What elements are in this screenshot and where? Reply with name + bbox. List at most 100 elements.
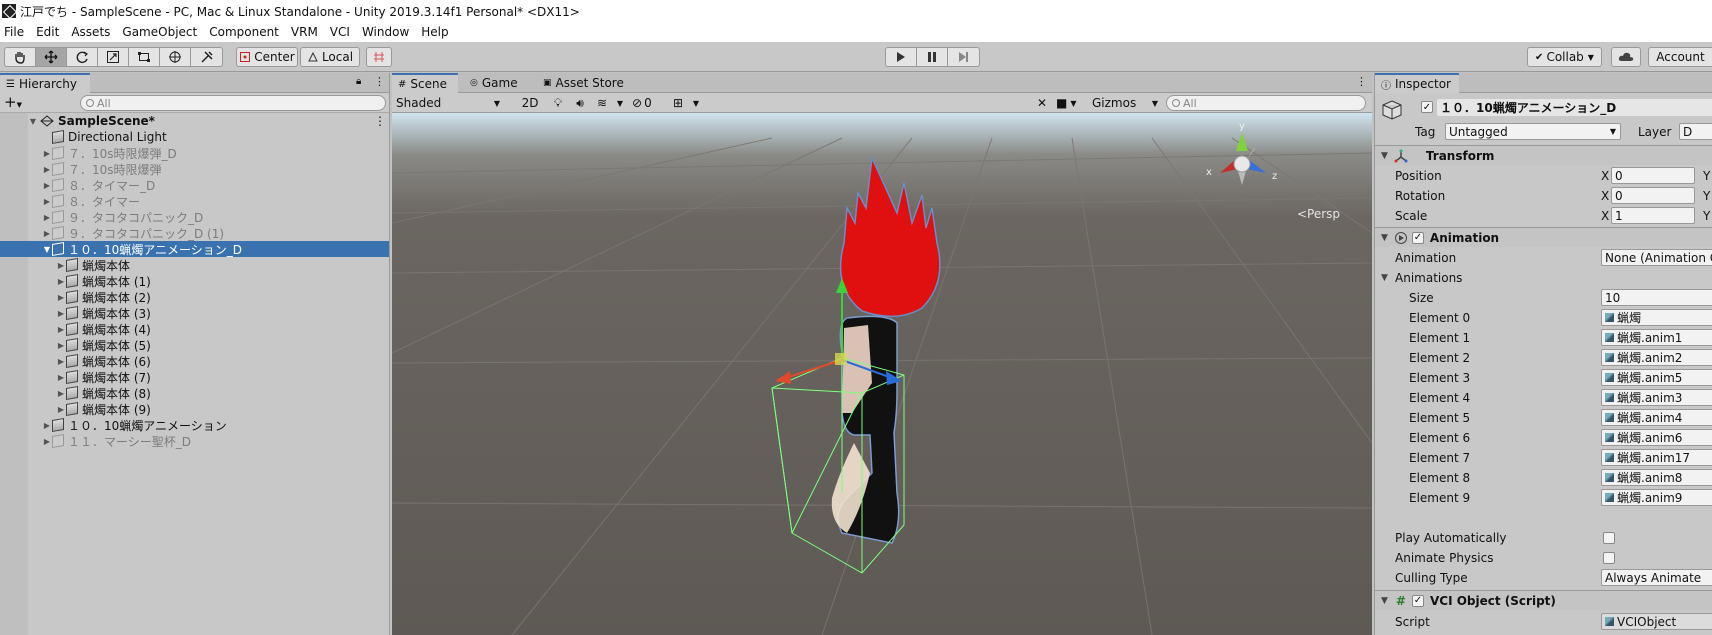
- animation-clip-field[interactable]: None (Animation Cli: [1601, 249, 1712, 266]
- menu-window[interactable]: Window: [356, 25, 415, 39]
- chevron-right-icon[interactable]: ▶: [56, 273, 66, 289]
- hierarchy-row[interactable]: ▶ 蝋燭本体 (5): [0, 337, 389, 353]
- play-automatically-checkbox[interactable]: [1603, 531, 1615, 544]
- pivot-center-button[interactable]: Center: [236, 47, 298, 67]
- chevron-right-icon[interactable]: ▶: [42, 177, 52, 193]
- panel-menu-icon[interactable]: ⋮: [1356, 75, 1367, 88]
- animation-header[interactable]: ▼ ✓ Animation: [1375, 227, 1712, 247]
- menu-help[interactable]: Help: [415, 25, 454, 39]
- hierarchy-row[interactable]: ▶ 蝋燭本体: [0, 257, 389, 273]
- animate-physics-checkbox[interactable]: [1603, 551, 1615, 564]
- hierarchy-row[interactable]: ▶ 蝋燭本体 (1): [0, 273, 389, 289]
- chevron-right-icon[interactable]: ▶: [56, 353, 66, 369]
- menu-assets[interactable]: Assets: [65, 25, 116, 39]
- chevron-right-icon[interactable]: ▶: [42, 161, 52, 177]
- pause-button[interactable]: [917, 48, 948, 66]
- chevron-right-icon[interactable]: ▶: [56, 305, 66, 321]
- animation-clip-object-field[interactable]: 蝋燭.anim5: [1601, 369, 1712, 386]
- scene-search-input[interactable]: All: [1166, 95, 1366, 111]
- hierarchy-row[interactable]: ▶ ９．タコタコパニック_D (1): [0, 225, 389, 241]
- move-tool-icon[interactable]: [36, 48, 67, 66]
- scene-viewport[interactable]: y x z <Persp: [392, 113, 1372, 635]
- effects-dropdown[interactable]: ▼: [614, 94, 626, 112]
- scale-x-field[interactable]: 1: [1611, 207, 1695, 224]
- hierarchy-row[interactable]: ▶ ９．タコタコパニック_D: [0, 209, 389, 225]
- gizmos-dropdown[interactable]: Gizmos ▼: [1092, 94, 1162, 112]
- menu-vrm[interactable]: VRM: [285, 25, 324, 39]
- toggle-2d-button[interactable]: 2D: [518, 94, 542, 112]
- animation-clip-object-field[interactable]: 蝋燭.anim3: [1601, 389, 1712, 406]
- chevron-right-icon[interactable]: ▶: [56, 289, 66, 305]
- transform-header[interactable]: ▼ Transform: [1375, 145, 1712, 165]
- tag-dropdown[interactable]: Untagged ▼: [1445, 123, 1621, 140]
- culling-type-dropdown[interactable]: Always Animate: [1601, 569, 1712, 586]
- animation-clip-object-field[interactable]: 蝋燭.anim17: [1601, 449, 1712, 466]
- perspective-label[interactable]: <Persp: [1297, 207, 1340, 221]
- account-dropdown[interactable]: Account: [1648, 47, 1712, 67]
- menu-vci[interactable]: VCI: [324, 25, 356, 39]
- step-button[interactable]: [948, 48, 979, 66]
- tab-hierarchy[interactable]: ☰ Hierarchy: [0, 73, 90, 93]
- collab-dropdown[interactable]: ✔ Collab ▼: [1527, 47, 1602, 67]
- hierarchy-row[interactable]: ▶ 蝋燭本体 (7): [0, 369, 389, 385]
- rotation-x-field[interactable]: 0: [1611, 187, 1695, 204]
- cloud-button[interactable]: [1611, 47, 1641, 67]
- animation-clip-object-field[interactable]: 蝋燭.anim9: [1601, 489, 1712, 506]
- scale-tool-icon[interactable]: [98, 48, 129, 66]
- menu-file[interactable]: File: [0, 25, 30, 39]
- tab-game[interactable]: ◎ Game: [464, 73, 528, 93]
- snap-button[interactable]: [366, 47, 392, 67]
- chevron-right-icon[interactable]: ▶: [56, 321, 66, 337]
- grid-dropdown[interactable]: ▼: [690, 94, 702, 112]
- tab-scene[interactable]: # Scene: [392, 73, 458, 93]
- effects-toggle[interactable]: ≋: [592, 94, 612, 112]
- create-button[interactable]: +▼: [4, 93, 22, 114]
- scene-tools-button[interactable]: ✕: [1032, 94, 1052, 112]
- animations-size-field[interactable]: 10: [1601, 289, 1712, 306]
- menu-edit[interactable]: Edit: [30, 25, 65, 39]
- rotate-tool-icon[interactable]: [67, 48, 98, 66]
- hierarchy-row[interactable]: ▶ ７．10s時限爆弾: [0, 161, 389, 177]
- hierarchy-row[interactable]: ▶ 蝋燭本体 (3): [0, 305, 389, 321]
- chevron-right-icon[interactable]: ▶: [42, 209, 52, 225]
- animation-enabled-checkbox[interactable]: ✓: [1411, 231, 1424, 244]
- hand-tool-icon[interactable]: [5, 48, 36, 66]
- chevron-right-icon[interactable]: ▶: [56, 369, 66, 385]
- hierarchy-row[interactable]: ▶ １０．10蝋燭アニメーション: [0, 417, 389, 433]
- lock-icon[interactable]: 🔒︎: [356, 76, 361, 87]
- layer-dropdown[interactable]: D: [1679, 123, 1712, 140]
- tab-inspector[interactable]: ⓘ Inspector: [1375, 73, 1459, 93]
- chevron-right-icon[interactable]: ▶: [56, 257, 66, 273]
- animation-clip-object-field[interactable]: 蝋燭.anim4: [1601, 409, 1712, 426]
- chevron-right-icon[interactable]: ▶: [42, 417, 52, 433]
- hierarchy-row[interactable]: ▶ ７．10s時限爆弾_D: [0, 145, 389, 161]
- hierarchy-row[interactable]: ▶ 蝋燭本体 (8): [0, 385, 389, 401]
- chevron-down-icon[interactable]: ▼: [42, 241, 52, 257]
- hierarchy-row[interactable]: ▶ 蝋燭本体 (6): [0, 353, 389, 369]
- tab-asset-store[interactable]: ▣ Asset Store: [537, 73, 635, 93]
- hierarchy-row[interactable]: ▶ １１．マーシー聖杯_D: [0, 433, 389, 449]
- animation-clip-object-field[interactable]: 蝋燭.anim1: [1601, 329, 1712, 346]
- custom-tool-icon[interactable]: [191, 48, 222, 66]
- scene-menu-icon[interactable]: ⋮: [374, 114, 386, 128]
- pivot-local-button[interactable]: Local: [300, 47, 360, 67]
- animation-clip-object-field[interactable]: 蝋燭: [1601, 309, 1712, 326]
- hierarchy-row[interactable]: ▶ 蝋燭本体 (4): [0, 321, 389, 337]
- chevron-right-icon[interactable]: ▶: [56, 337, 66, 353]
- hierarchy-row[interactable]: ▶ 蝋燭本体 (9): [0, 401, 389, 417]
- hidden-objects-toggle[interactable]: ⊘ 0: [632, 94, 664, 112]
- panel-menu-icon[interactable]: ⋮: [374, 75, 385, 88]
- scene-row[interactable]: ▼ SampleScene* ⋮: [0, 113, 389, 129]
- candle-flame[interactable]: [839, 155, 941, 318]
- animation-clip-object-field[interactable]: 蝋燭.anim6: [1601, 429, 1712, 446]
- vci-object-header[interactable]: ▼ # ✓ VCI Object (Script): [1375, 590, 1712, 610]
- play-button[interactable]: [886, 48, 917, 66]
- position-x-field[interactable]: 0: [1611, 167, 1695, 184]
- transform-tool-icon[interactable]: [160, 48, 191, 66]
- animation-clip-object-field[interactable]: 蝋燭.anim8: [1601, 469, 1712, 486]
- rect-tool-icon[interactable]: [129, 48, 160, 66]
- grid-toggle[interactable]: ⊞: [668, 94, 688, 112]
- hierarchy-row[interactable]: Directional Light: [0, 129, 389, 145]
- chevron-right-icon[interactable]: ▶: [56, 401, 66, 417]
- hierarchy-row[interactable]: ▶ ８．タイマー_D: [0, 177, 389, 193]
